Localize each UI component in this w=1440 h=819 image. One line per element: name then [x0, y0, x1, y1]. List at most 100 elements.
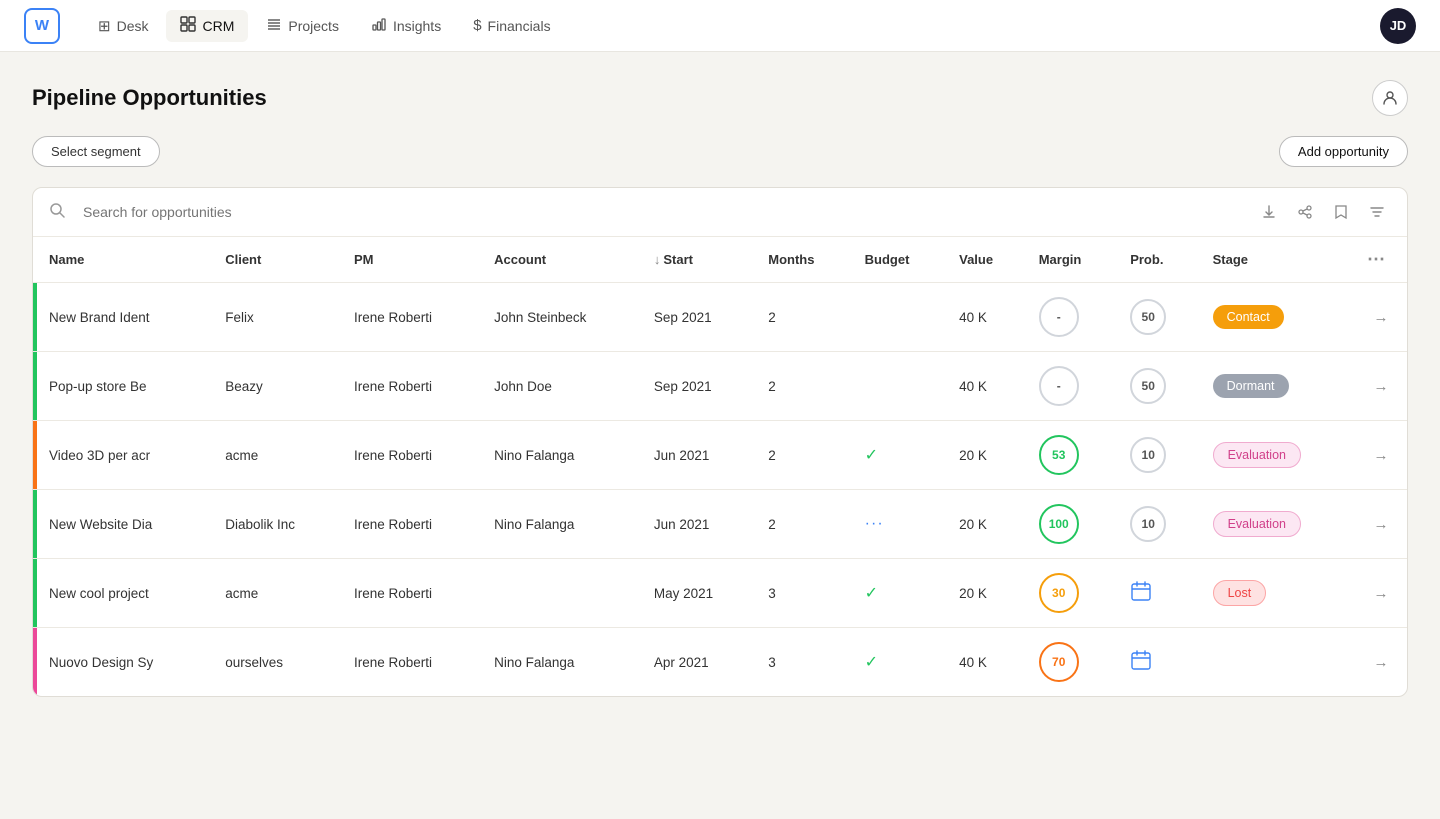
cell-prob [1118, 559, 1200, 628]
cell-start: Jun 2021 [642, 421, 756, 490]
cell-start: Sep 2021 [642, 352, 756, 421]
download-icon[interactable] [1255, 198, 1283, 226]
cell-prob: 10 [1118, 490, 1200, 559]
nav-item-label: Projects [288, 18, 339, 34]
table-wrapper: Name Client PM Account ↓Start Months Bud… [32, 187, 1408, 697]
cell-value: 40 K [947, 283, 1027, 352]
cell-prob: 50 [1118, 352, 1200, 421]
search-icon [49, 202, 65, 222]
page-header: Pipeline Opportunities [32, 80, 1408, 116]
cell-client: acme [213, 421, 342, 490]
cell-months: 2 [756, 490, 852, 559]
add-opportunity-button[interactable]: Add opportunity [1279, 136, 1408, 167]
cell-pm: Irene Roberti [342, 352, 482, 421]
nav-item-crm[interactable]: CRM [166, 10, 248, 42]
stage-badge: Lost [1213, 580, 1267, 606]
cell-stage: Lost [1201, 559, 1355, 628]
cell-margin: - [1027, 283, 1118, 352]
cell-pm: Irene Roberti [342, 628, 482, 697]
row-arrow-button[interactable]: → [1367, 441, 1395, 469]
search-actions [1255, 198, 1391, 226]
cell-value: 20 K [947, 421, 1027, 490]
cell-name: Nuovo Design Sy [37, 628, 213, 697]
col-budget: Budget [853, 237, 947, 283]
table-row: Pop-up store Be Beazy Irene Roberti John… [33, 352, 1407, 421]
nav-item-insights[interactable]: Insights [357, 10, 455, 42]
cell-stage [1201, 628, 1355, 697]
stage-badge: Dormant [1213, 374, 1289, 398]
user-avatar[interactable]: JD [1380, 8, 1416, 44]
budget-check-icon: ✓ [865, 585, 878, 602]
search-input[interactable] [83, 204, 1239, 220]
margin-indicator: 53 [1039, 435, 1079, 475]
bookmark-icon[interactable] [1327, 198, 1355, 226]
cell-name: Pop-up store Be [37, 352, 213, 421]
page-title: Pipeline Opportunities [32, 85, 267, 111]
col-stage: Stage [1201, 237, 1355, 283]
cell-arrow: → [1355, 421, 1407, 490]
cell-value: 40 K [947, 628, 1027, 697]
row-arrow-button[interactable]: → [1367, 579, 1395, 607]
cell-account: John Steinbeck [482, 283, 642, 352]
cell-client: Diabolik Inc [213, 490, 342, 559]
cell-months: 3 [756, 559, 852, 628]
share-icon[interactable] [1291, 198, 1319, 226]
search-row [33, 188, 1407, 237]
nav-item-label: CRM [202, 18, 234, 34]
stage-badge: Evaluation [1213, 511, 1301, 537]
col-value: Value [947, 237, 1027, 283]
cell-pm: Irene Roberti [342, 559, 482, 628]
cell-arrow: → [1355, 490, 1407, 559]
cell-budget: ✓ [853, 559, 947, 628]
cell-arrow: → [1355, 352, 1407, 421]
filter-icon[interactable] [1363, 198, 1391, 226]
col-account: Account [482, 237, 642, 283]
col-prob: Prob. [1118, 237, 1200, 283]
cell-pm: Irene Roberti [342, 283, 482, 352]
col-start: ↓Start [642, 237, 756, 283]
table-row: Nuovo Design Sy ourselves Irene Roberti … [33, 628, 1407, 697]
margin-indicator: 30 [1039, 573, 1079, 613]
nav-item-desk[interactable]: ⊞ Desk [84, 10, 162, 42]
insights-icon [371, 16, 387, 36]
cell-months: 2 [756, 421, 852, 490]
row-arrow-button[interactable]: → [1367, 303, 1395, 331]
cell-name: New cool project [37, 559, 213, 628]
budget-check-icon: ✓ [865, 447, 878, 464]
table-row: Video 3D per acr acme Irene Roberti Nino… [33, 421, 1407, 490]
cell-stage: Contact [1201, 283, 1355, 352]
col-months: Months [756, 237, 852, 283]
cell-months: 2 [756, 283, 852, 352]
cell-budget [853, 283, 947, 352]
cell-budget: ✓ [853, 421, 947, 490]
row-arrow-button[interactable]: → [1367, 372, 1395, 400]
select-segment-button[interactable]: Select segment [32, 136, 160, 167]
nav-item-projects[interactable]: Projects [252, 10, 353, 42]
nav-item-financials[interactable]: $ Financials [459, 10, 564, 42]
cell-name: New Website Dia [37, 490, 213, 559]
prob-indicator: 50 [1130, 368, 1166, 404]
prob-calendar-icon [1130, 589, 1152, 606]
row-arrow-button[interactable]: → [1367, 648, 1395, 676]
nav-item-label: Desk [117, 18, 149, 34]
stage-badge: Evaluation [1213, 442, 1301, 468]
cell-account [482, 559, 642, 628]
cell-start: May 2021 [642, 559, 756, 628]
cell-client: Beazy [213, 352, 342, 421]
margin-indicator: 70 [1039, 642, 1079, 682]
budget-dots-icon: ··· [865, 515, 884, 532]
cell-arrow: → [1355, 628, 1407, 697]
cell-value: 20 K [947, 559, 1027, 628]
crm-icon [180, 16, 196, 36]
cell-start: Sep 2021 [642, 283, 756, 352]
table-row: New cool project acme Irene Roberti May … [33, 559, 1407, 628]
cell-account: John Doe [482, 352, 642, 421]
cell-account: Nino Falanga [482, 490, 642, 559]
row-arrow-button[interactable]: → [1367, 510, 1395, 538]
cell-margin: 53 [1027, 421, 1118, 490]
prob-calendar-icon [1130, 658, 1152, 675]
app-logo[interactable]: W [24, 8, 60, 44]
cell-margin: 100 [1027, 490, 1118, 559]
prob-indicator: 10 [1130, 506, 1166, 542]
person-icon-button[interactable] [1372, 80, 1408, 116]
